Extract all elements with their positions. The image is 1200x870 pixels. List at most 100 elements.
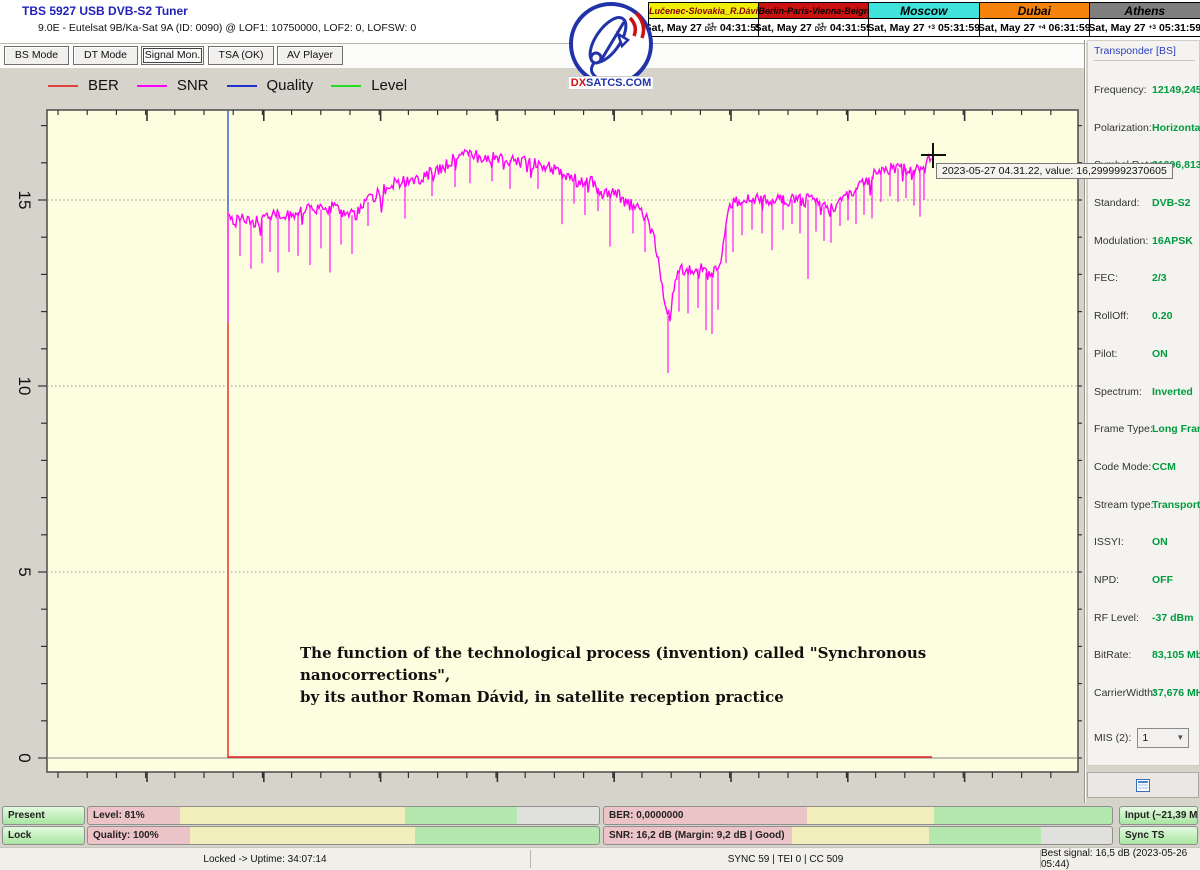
field-label: Pilot: xyxy=(1094,348,1152,363)
tab-signal-mon-[interactable]: Signal Mon. xyxy=(141,46,204,65)
ber-progressbar: BER: 0,0000000 xyxy=(603,806,1113,825)
legend-level: Level xyxy=(331,77,407,94)
snr-progressbar: SNR: 16,2 dB (Margin: 9,2 dB | Good) xyxy=(603,826,1113,845)
field-value: 83,105 Mbit/s xyxy=(1152,649,1200,664)
field-label: Stream type: xyxy=(1094,499,1152,514)
panel-divider xyxy=(1084,40,1085,803)
field-value: ON xyxy=(1152,536,1168,551)
clock-city: Athens xyxy=(1090,3,1200,19)
clock-city: Moscow xyxy=(869,3,979,19)
transponder-panel: Transponder [BS] Frequency:12149,245 MHz… xyxy=(1087,40,1200,766)
transponder-field: Pilot:ON xyxy=(1094,325,1199,363)
field-label: CarrierWidth: xyxy=(1094,687,1152,702)
transponder-field: Stream type:Transport xyxy=(1094,476,1199,514)
transponder-field: Spectrum:Inverted xyxy=(1094,363,1199,401)
field-value: Horizontal xyxy=(1152,122,1200,137)
logo-wordmark: DXSATCS.COM xyxy=(568,76,654,90)
transponder-field: RF Level:-37 dBm xyxy=(1094,589,1199,627)
field-label: FEC: xyxy=(1094,272,1152,287)
tab-dt-mode[interactable]: DT Mode xyxy=(73,46,138,65)
syncts-indicator: Sync TS xyxy=(1119,826,1198,845)
annotation-line1: The function of the technological proces… xyxy=(300,642,1010,686)
status-best-signal: Best signal: 16,5 dB (2023-05-26 05:44) xyxy=(1041,848,1200,870)
field-value: 16APSK xyxy=(1152,235,1193,250)
panel-title: Transponder [BS] xyxy=(1094,45,1199,57)
tab-tsa-ok-[interactable]: TSA (OK) xyxy=(208,46,274,65)
quality-progressbar: Quality: 100% xyxy=(87,826,600,845)
field-label: RF Level: xyxy=(1094,612,1152,627)
app-title: TBS 5927 USB DVB-S2 Tuner xyxy=(22,4,188,18)
field-value: 2/3 xyxy=(1152,272,1167,287)
field-value: 0.20 xyxy=(1152,310,1172,325)
status-sync: SYNC 59 | TEI 0 | CC 509 xyxy=(531,848,1040,870)
legend-line-icon xyxy=(48,85,78,87)
field-label: RollOff: xyxy=(1094,310,1152,325)
legend-line-icon xyxy=(137,85,167,87)
field-value: ON xyxy=(1152,348,1168,363)
clock-time: Sat, May 27+1DST04:31:59 xyxy=(649,19,758,36)
clock-time: Sat, May 27+305:31:59 xyxy=(869,19,979,36)
value-tooltip: 2023-05-27 04.31.22, value: 16,299999237… xyxy=(936,163,1173,179)
field-label: Spectrum: xyxy=(1094,386,1152,401)
satellite-subtitle: 9.0E - Eutelsat 9B/Ka-Sat 9A (ID: 0090) … xyxy=(38,22,416,34)
mis-row: MIS (2): 1 ▼ xyxy=(1094,728,1199,748)
list-icon xyxy=(1136,779,1150,792)
field-value: -37 dBm xyxy=(1152,612,1193,627)
transponder-field: RollOff:0.20 xyxy=(1094,287,1199,325)
field-value: OFF xyxy=(1152,574,1173,589)
present-indicator: Present xyxy=(2,806,85,825)
tab-bs-mode[interactable]: BS Mode xyxy=(4,46,69,65)
clock-time: Sat, May 27+305:31:59 xyxy=(1090,19,1200,36)
stream-list-button[interactable] xyxy=(1087,772,1199,798)
input-indicator: Input (~21,39 Mbps) xyxy=(1119,806,1198,825)
field-value: Long Frame xyxy=(1152,423,1200,438)
transponder-field: CarrierWidth:37,676 MHz xyxy=(1094,664,1199,702)
transponder-field: Modulation:16APSK xyxy=(1094,212,1199,250)
clock-city: Dubai xyxy=(980,3,1090,19)
field-label: BitRate: xyxy=(1094,649,1152,664)
dxsatcs-logo: DXSATCS.COM xyxy=(566,0,656,92)
clock-5: AthensSat, May 27+305:31:59 xyxy=(1090,2,1200,37)
y-axis-label: 5 xyxy=(14,557,34,587)
lock-indicator: Lock xyxy=(2,826,85,845)
clock-4: DubaiSat, May 27+406:31:59 xyxy=(980,2,1091,37)
legend-line-icon xyxy=(331,85,361,87)
field-label: Frame Type: xyxy=(1094,423,1152,438)
transponder-fields: Frequency:12149,245 MHzPolarization:Hori… xyxy=(1094,61,1199,702)
legend-ber: BER xyxy=(48,77,119,94)
y-axis-label: 15 xyxy=(14,185,34,215)
transponder-field: ISSYI:ON xyxy=(1094,513,1199,551)
mode-tabbar: BS ModeDT ModeSignal Mon.TSA (OK)AV Play… xyxy=(0,44,1085,68)
transponder-field: Frequency:12149,245 MHz xyxy=(1094,61,1199,99)
level-progressbar: Level: 81% xyxy=(87,806,600,825)
clock-city: Lučenec-Slovakia_R.Dávid xyxy=(649,3,758,19)
field-label: Frequency: xyxy=(1094,84,1152,99)
chevron-down-icon: ▼ xyxy=(1176,733,1184,742)
status-bar: Locked -> Uptime: 34:07:14 SYNC 59 | TEI… xyxy=(0,847,1200,870)
field-value: CCM xyxy=(1152,461,1176,476)
field-label: Standard: xyxy=(1094,197,1152,212)
clock-city: Berlin-Paris-Vienna-Belgrade xyxy=(759,3,869,19)
transponder-field: BitRate:83,105 Mbit/s xyxy=(1094,626,1199,664)
field-value: Transport xyxy=(1152,499,1200,514)
clock-1: Lučenec-Slovakia_R.DávidSat, May 27+1DST… xyxy=(648,2,759,37)
field-value: 12149,245 MHz xyxy=(1152,84,1200,99)
tuner-app: TBS 5927 USB DVB-S2 Tuner 9.0E - Eutelsa… xyxy=(0,0,1200,870)
legend-snr: SNR xyxy=(137,77,209,94)
status-uptime: Locked -> Uptime: 34:07:14 xyxy=(0,848,530,870)
field-label: Modulation: xyxy=(1094,235,1152,250)
transponder-field: FEC:2/3 xyxy=(1094,249,1199,287)
field-label: Code Mode: xyxy=(1094,461,1152,476)
mis-select[interactable]: 1 ▼ xyxy=(1137,728,1189,748)
clock-3: MoscowSat, May 27+305:31:59 xyxy=(869,2,980,37)
tab-av-player[interactable]: AV Player xyxy=(277,46,343,65)
legend-quality: Quality xyxy=(227,77,314,94)
transponder-field: Code Mode:CCM xyxy=(1094,438,1199,476)
chart-annotation: The function of the technological proces… xyxy=(300,642,1010,708)
y-axis-label: 0 xyxy=(14,743,34,773)
transponder-field: Standard:DVB-S2 xyxy=(1094,174,1199,212)
y-axis-label: 10 xyxy=(14,371,34,401)
transponder-field: NPD:OFF xyxy=(1094,551,1199,589)
clock-2: Berlin-Paris-Vienna-BelgradeSat, May 27+… xyxy=(759,2,870,37)
annotation-line2: by its author Roman Dávid, in satellite … xyxy=(300,686,1010,708)
